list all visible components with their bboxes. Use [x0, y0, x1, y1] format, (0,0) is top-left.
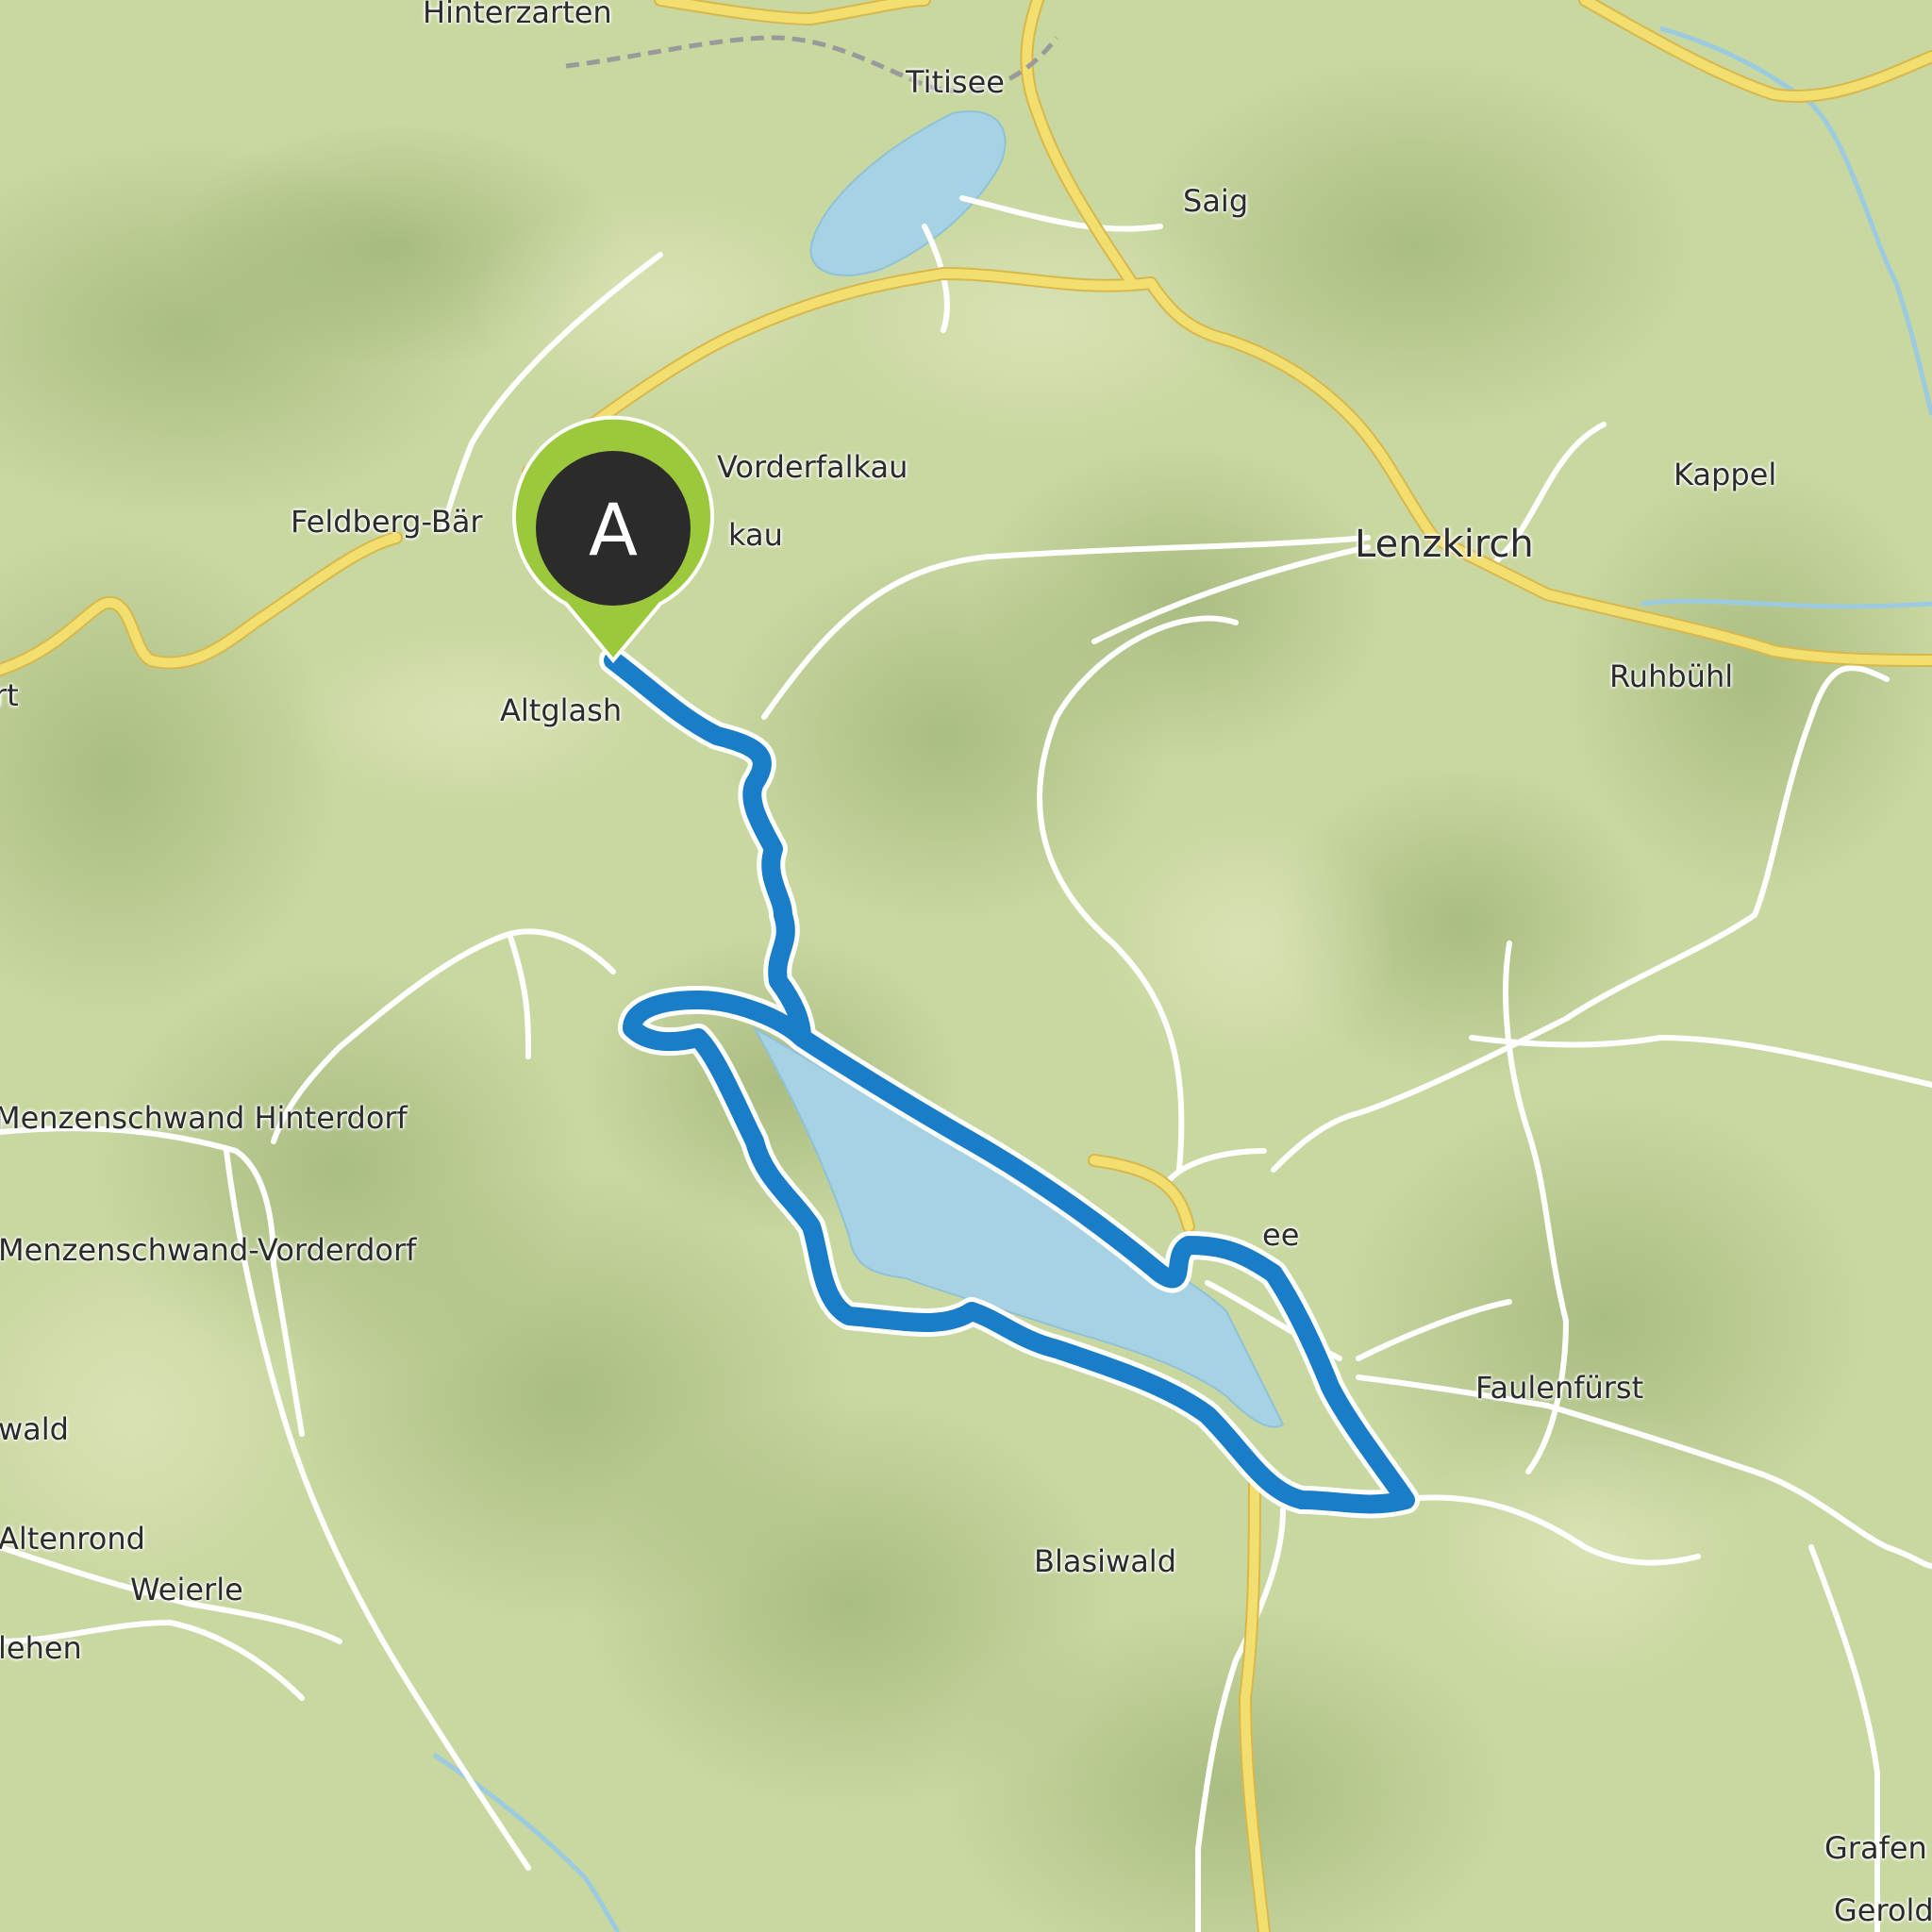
place-label-vorderfalkau: Vorderfalkau [717, 449, 908, 485]
place-label-lehen: lehen [0, 1630, 82, 1666]
place-label-kappel: Kappel [1674, 457, 1777, 492]
place-label-altglashuetten: Altglash [500, 692, 623, 728]
start-marker-label: A [589, 488, 638, 572]
place-label-hinterzarten: Hinterzarten [423, 0, 612, 30]
place-label-altenrond: Altenrond [0, 1521, 145, 1557]
place-label-titisee: Titisee [906, 64, 1005, 100]
place-label-wald: wald [0, 1411, 69, 1447]
place-label-grafen: Grafen [1824, 1830, 1927, 1866]
place-label-ruhbuehl: Ruhbühl [1609, 658, 1734, 694]
place-label-saig: Saig [1183, 183, 1249, 219]
place-label-weierle: Weierle [130, 1572, 243, 1607]
place-label-west-edge: rt [0, 677, 19, 713]
place-label-falkau: kau [728, 517, 783, 553]
map-canvas: A [0, 0, 1932, 1932]
place-label-feldberg-baerental: Feldberg-Bär [291, 504, 483, 540]
place-label-blasiwald: Blasiwald [1034, 1543, 1176, 1579]
place-label-menzenschwand-vorderdorf: Menzenschwand-Vorderdorf [0, 1232, 417, 1268]
map-view[interactable]: A Hinterzarten Titisee Saig Vorderfalkau… [0, 0, 1932, 1932]
place-label-menzenschwand-hinterdorf: Menzenschwand Hinterdorf [0, 1100, 408, 1136]
place-label-lenzkirch: Lenzkirch [1355, 523, 1534, 566]
place-label-faulenfuerst: Faulenfürst [1475, 1370, 1644, 1406]
place-label-gerold: Gerold [1834, 1892, 1932, 1928]
place-label-schluchsee: ee [1262, 1217, 1300, 1253]
